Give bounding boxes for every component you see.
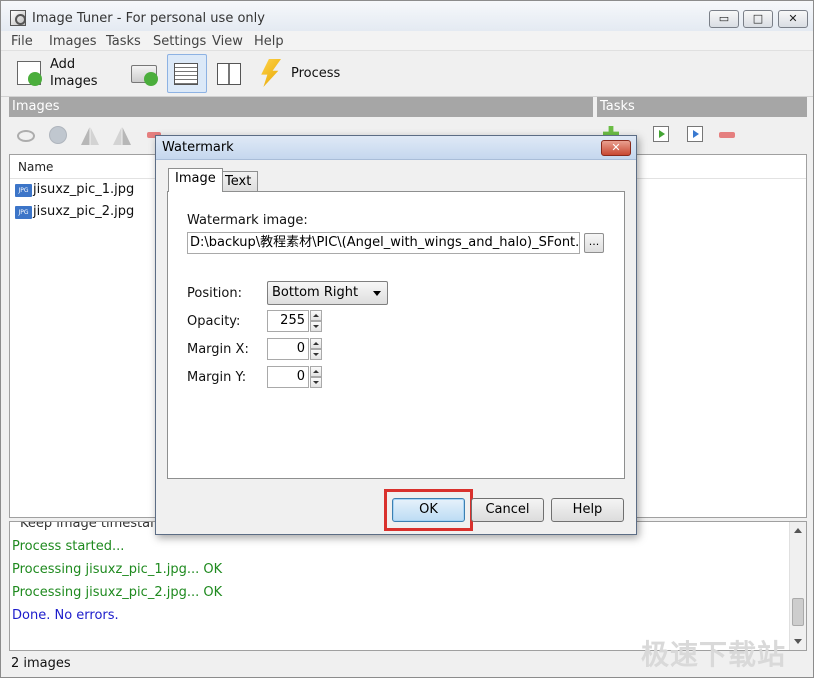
watermark-dialog: Watermark ✕ Image Text Watermark image: … [155,135,637,535]
tab-text[interactable]: Text [218,171,259,192]
export-tasks-icon[interactable] [687,126,703,142]
log-line: Processing jisuxz_pic_1.jpg... OK [12,562,223,577]
spin-down-icon[interactable] [310,321,322,332]
import-tasks-icon[interactable] [653,126,669,142]
opacity-input[interactable]: 255 [267,310,309,332]
add-images-label-line1: Add [50,57,76,72]
column-name[interactable]: Name [18,160,53,174]
browse-button[interactable]: ... [584,233,604,253]
status-image-count: 2 images [11,656,71,671]
log-line: Processing jisuxz_pic_2.jpg... OK [12,585,223,600]
spin-up-icon[interactable] [310,338,322,349]
tab-image[interactable]: Image [168,168,223,192]
cancel-button[interactable]: Cancel [471,498,544,522]
file-name: jisuxz_pic_2.jpg [33,204,135,219]
position-label: Position: [187,286,242,301]
log-line: Done. No errors. [12,608,119,623]
main-toolbar: Add Images [1,52,813,97]
ok-button[interactable]: OK [392,498,465,522]
close-button[interactable]: ✕ [778,10,808,28]
watermark-image-label: Watermark image: [187,213,308,228]
menu-images[interactable]: Images [49,34,97,49]
menu-bar: File Images Tasks Settings View Help [1,31,813,51]
log-line: Keep image timestamp [20,521,172,531]
opacity-label: Opacity: [187,314,241,329]
add-images-icon[interactable] [17,61,42,86]
add-folder-icon[interactable] [131,65,158,86]
window-title: Image Tuner - For personal use only [32,11,265,26]
position-select-value: Bottom Right [272,285,359,300]
log-scrollbar[interactable] [789,522,806,650]
jpg-file-icon: JPG [15,184,32,197]
opacity-spinner[interactable] [310,310,322,332]
menu-file[interactable]: File [11,34,33,49]
position-select[interactable]: Bottom Right [267,281,388,305]
dialog-title-bar[interactable]: Watermark ✕ [156,136,636,160]
margin-x-label: Margin X: [187,342,249,357]
menu-view[interactable]: View [212,34,243,49]
scroll-up-arrow-icon[interactable] [794,528,802,533]
dropdown-arrow-icon [373,291,381,296]
spin-up-icon[interactable] [310,366,322,377]
spin-down-icon[interactable] [310,349,322,360]
maximize-button[interactable]: □ [743,10,773,28]
process-button[interactable]: Process [291,65,340,82]
image-tab-panel: Watermark image: D:\backup\教程素材\PIC\(Ang… [167,191,625,479]
log-panel[interactable]: Keep image timestamp Process started... … [9,521,807,651]
info-icon[interactable] [49,126,67,144]
minimize-button[interactable]: ▭ [709,10,739,28]
site-watermark-logo: 极速下载站 [641,638,787,671]
help-button[interactable]: Help [551,498,624,522]
margin-x-input[interactable]: 0 [267,338,309,360]
add-images-label-line2: Images [50,74,98,89]
spin-down-icon[interactable] [310,377,322,388]
scroll-down-arrow-icon[interactable] [794,639,802,644]
menu-tasks[interactable]: Tasks [106,34,141,49]
dialog-close-button[interactable]: ✕ [601,140,631,156]
images-panel-header: Images [9,97,593,117]
main-window: Image Tuner - For personal use only ▭ □ … [0,0,814,678]
margin-y-input[interactable]: 0 [267,366,309,388]
thumbnail-view-icon[interactable] [217,63,241,85]
scroll-thumb[interactable] [792,598,804,626]
spin-up-icon[interactable] [310,310,322,321]
preview-eye-icon[interactable] [17,130,35,142]
jpg-file-icon: JPG [15,206,32,219]
dialog-title: Watermark [162,140,234,155]
watermark-image-path-field[interactable]: D:\backup\教程素材\PIC\(Angel_with_wings_and… [187,232,580,254]
list-view-icon [174,63,198,85]
margin-y-label: Margin Y: [187,370,247,385]
file-name: jisuxz_pic_1.jpg [33,182,135,197]
remove-task-icon[interactable] [719,132,735,138]
tasks-panel-header: Tasks [597,97,807,117]
log-line: Process started... [12,539,125,554]
title-bar[interactable]: Image Tuner - For personal use only ▭ □ … [1,1,813,31]
margin-x-spinner[interactable] [310,338,322,360]
app-icon [10,10,26,26]
add-images-button[interactable]: Add Images [50,56,98,90]
margin-y-spinner[interactable] [310,366,322,388]
menu-help[interactable]: Help [254,34,284,49]
menu-settings[interactable]: Settings [153,34,206,49]
